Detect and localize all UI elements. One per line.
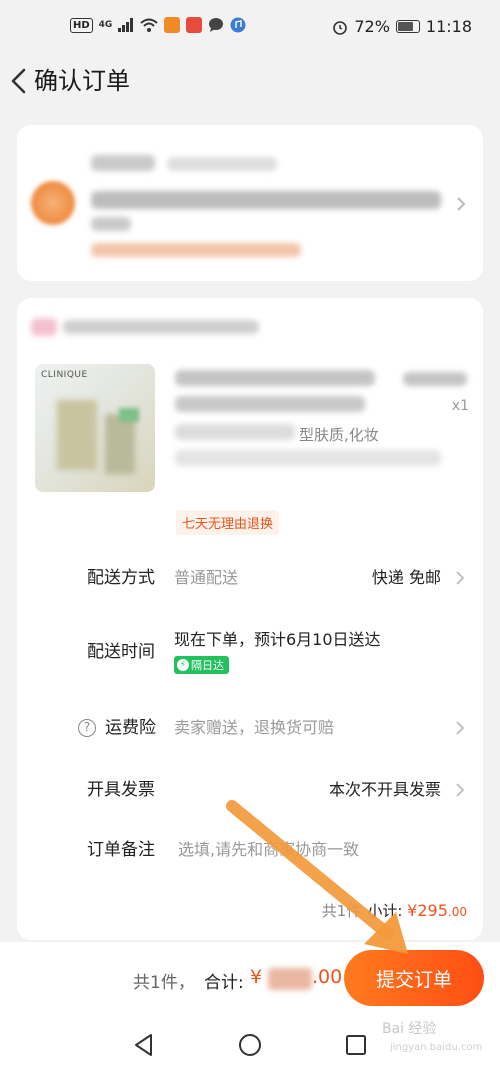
total-cents: .00 (312, 966, 343, 988)
next-day-badge-label: 隔日达 (191, 659, 224, 672)
lightning-icon: ⚡ (177, 659, 189, 671)
chevron-right-icon (456, 721, 465, 735)
message-icon (209, 18, 224, 32)
subtotal-count: 共1件 (321, 902, 362, 920)
order-card: CLINIQUE 型肤质,化妆 x1 七天无理由退换 配送方式 普通配送 快递 … (17, 298, 483, 940)
product-image-detail (105, 414, 135, 474)
product-quantity: x1 (451, 398, 469, 414)
delivery-method-label: 配送方式 (87, 568, 155, 588)
recipient-name-redacted (91, 155, 155, 171)
page-title: 确认订单 (34, 67, 130, 95)
nav-home-icon[interactable] (237, 1032, 263, 1058)
app-notification-icon (186, 17, 203, 33)
status-right: 72% 11:18 (332, 17, 472, 36)
delivery-time-label: 配送时间 (87, 642, 155, 662)
subtotal-currency: ¥ (407, 901, 418, 920)
address-line-redacted (91, 217, 131, 231)
checkout-bar: 共1件， 合计: ¥ .00 提交订单 (0, 942, 500, 1020)
location-icon (31, 181, 75, 225)
product-spec-redacted (175, 450, 441, 466)
product-title-redacted (403, 372, 467, 386)
shipping-insurance-row[interactable]: ? 运费险 卖家赠送，退换货可赔 (17, 716, 483, 756)
product-image-detail (57, 400, 97, 470)
delivery-time-value: 现在下单，预计6月10日送达 (174, 630, 381, 649)
status-bar: HD 4G 72% 11:18 (0, 0, 500, 56)
watermark: Bai 经验 (382, 1021, 437, 1037)
product-title-suffix: 型肤质,化妆 (299, 426, 379, 444)
clock: 11:18 (425, 17, 472, 36)
header: 确认订单 (0, 56, 500, 110)
chevron-right-icon (457, 197, 466, 211)
recipient-phone-redacted (167, 157, 277, 171)
back-arrow-icon[interactable] (6, 66, 32, 96)
app-notification-icon (164, 17, 181, 33)
submit-order-button[interactable]: 提交订单 (344, 950, 484, 1006)
delivery-method-option: 快递 免邮 (371, 568, 441, 587)
return-policy-tag: 七天无理由退换 (176, 510, 280, 535)
total-currency: ¥ (250, 966, 263, 988)
invoice-value: 本次不开具发票 (328, 780, 441, 799)
chevron-right-icon (456, 783, 465, 797)
shipping-insurance-label: 运费险 (105, 718, 156, 738)
total-label: 合计: (204, 973, 244, 993)
order-note-row[interactable]: 订单备注 选填,请先和商家协商一致 (17, 838, 483, 878)
item-count: 共1件， (133, 973, 195, 993)
address-card[interactable] (17, 125, 483, 281)
delivery-time-row: 配送时间 现在下单，预计6月10日送达 (17, 628, 483, 688)
shop-name-redacted (63, 320, 259, 334)
product-title-redacted (175, 370, 375, 386)
address-tag-redacted (91, 243, 301, 257)
subtotal: 共1件 小计: ¥295.00 (322, 900, 467, 921)
network-indicator: 4G (98, 20, 113, 30)
hd-indicator: HD (70, 17, 93, 33)
delivery-method-value: 普通配送 (174, 568, 239, 587)
alarm-icon (333, 20, 348, 35)
question-icon[interactable]: ? (78, 719, 96, 737)
subtotal-cents: .00 (447, 905, 467, 919)
subtotal-price: ¥295.00 (407, 901, 467, 920)
signal-icon (118, 18, 134, 32)
battery-icon (395, 20, 420, 33)
nav-back-icon[interactable] (131, 1032, 157, 1058)
total-amount-redacted (268, 968, 312, 990)
order-note-label: 订单备注 (87, 840, 155, 860)
wifi-icon (140, 18, 158, 32)
subtotal-label: 小计: (367, 902, 403, 920)
next-day-badge: ⚡ 隔日达 (174, 656, 229, 674)
product-title-redacted (175, 424, 295, 440)
battery-percent: 72% (354, 17, 390, 36)
invoice-label: 开具发票 (87, 780, 155, 800)
chevron-right-icon (456, 571, 465, 585)
subtotal-amount: 295 (417, 901, 448, 920)
music-icon (230, 17, 246, 33)
product-image[interactable]: CLINIQUE (35, 364, 155, 492)
product-title-redacted (175, 396, 365, 412)
delivery-method-row[interactable]: 配送方式 普通配送 快递 免邮 (17, 566, 483, 606)
product-image-detail (119, 408, 139, 422)
watermark-url: jingyan.baidu.com (390, 1042, 483, 1053)
status-left: HD 4G (70, 17, 246, 33)
shipping-insurance-value: 卖家赠送，退换货可赔 (174, 718, 335, 737)
invoice-row[interactable]: 开具发票 本次不开具发票 (17, 778, 483, 818)
order-note-input[interactable]: 选填,请先和商家协商一致 (178, 838, 359, 862)
product-brand-text: CLINIQUE (41, 370, 88, 380)
shop-icon-redacted (31, 318, 57, 336)
address-line-redacted (91, 191, 441, 209)
nav-recent-apps-icon[interactable] (343, 1032, 369, 1058)
